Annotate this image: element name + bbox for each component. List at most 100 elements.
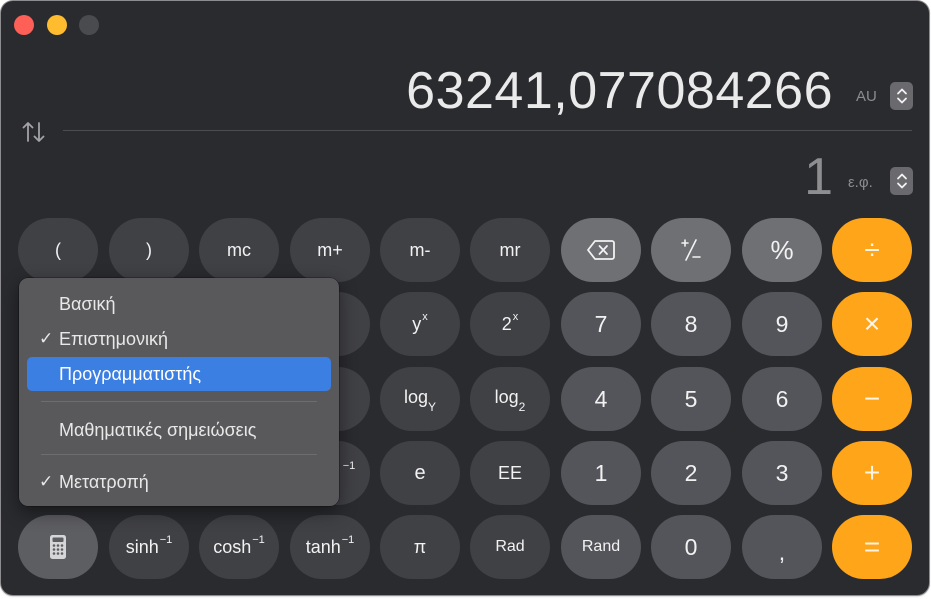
menu-item-label: Μετατροπή — [59, 472, 149, 492]
log-y-button[interactable]: logY — [380, 367, 460, 431]
sign-toggle-button[interactable] — [651, 218, 731, 282]
button-label: % — [770, 234, 794, 265]
digit-3-button[interactable]: 3 — [742, 441, 822, 505]
button-label: + — [863, 457, 881, 488]
log-2-button[interactable]: log2 — [470, 367, 550, 431]
base-text: log — [494, 387, 519, 408]
minimize-button[interactable] — [47, 15, 67, 35]
primary-value-display: 63241,077084266 — [406, 62, 833, 120]
decimal-comma-button[interactable]: , — [742, 515, 822, 579]
exponent-ee-button[interactable]: EE — [470, 441, 550, 505]
close-button[interactable] — [14, 15, 34, 35]
button-label: logY — [404, 387, 437, 414]
euler-e-button[interactable]: e — [380, 441, 460, 505]
digit-6-button[interactable]: 6 — [742, 367, 822, 431]
menu-item-programmer[interactable]: Προγραμματιστής — [27, 357, 331, 391]
backspace-button[interactable] — [561, 218, 641, 282]
calculator-window: 63241,077084266 AU 1 ε.φ. ( ) mc m+ m- m… — [1, 1, 929, 595]
button-label: m- — [409, 239, 431, 260]
menu-item-scientific[interactable]: ✓ Επιστημονική — [27, 322, 331, 356]
digit-1-button[interactable]: 1 — [561, 441, 641, 505]
base-text: 2 — [501, 313, 512, 334]
base-text: cosh — [213, 536, 252, 557]
button-label: Rand — [581, 538, 621, 555]
button-label: × — [863, 308, 881, 339]
button-label: 3 — [775, 459, 789, 486]
chevron-up-down-icon — [896, 88, 907, 104]
rad-deg-button[interactable]: Rad — [470, 515, 550, 579]
button-label: sinh−1 — [125, 533, 173, 558]
memory-subtract-button[interactable]: m- — [380, 218, 460, 282]
button-label: ÷ — [864, 234, 880, 265]
button-label: e — [414, 461, 426, 484]
button-label: 0 — [684, 533, 698, 560]
button-label: cosh−1 — [213, 533, 265, 558]
menu-separator — [41, 454, 317, 455]
button-label: , — [778, 538, 786, 565]
calculator-mode-menu: Βασική ✓ Επιστημονική Προγραμματιστής Μα… — [19, 278, 339, 506]
menu-item-label: Βασική — [59, 294, 116, 314]
button-label: ) — [146, 239, 152, 260]
exponent-text: −1 — [252, 533, 265, 546]
exponent-text: −1 — [159, 533, 173, 546]
divide-button[interactable]: ÷ — [832, 218, 912, 282]
close-paren-button[interactable]: ) — [109, 218, 189, 282]
digit-5-button[interactable]: 5 — [651, 367, 731, 431]
button-label: 2 — [684, 459, 698, 486]
digit-4-button[interactable]: 4 — [561, 367, 641, 431]
inverse-tanh-button[interactable]: tanh−1 — [290, 515, 370, 579]
y-power-x-button[interactable]: yx — [380, 292, 460, 356]
button-label: yx — [412, 311, 428, 335]
menu-item-conversion[interactable]: ✓ Μετατροπή — [27, 465, 331, 499]
equals-button[interactable]: = — [832, 515, 912, 579]
menu-item-label: Επιστημονική — [59, 329, 169, 349]
digit-8-button[interactable]: 8 — [651, 292, 731, 356]
primary-unit-selector[interactable] — [890, 82, 913, 110]
button-label: Rad — [495, 538, 525, 555]
base-text: y — [412, 313, 422, 334]
percent-button[interactable]: % — [742, 218, 822, 282]
subscript-text: Y — [428, 399, 437, 414]
button-label: π — [413, 536, 427, 557]
random-button[interactable]: Rand — [561, 515, 641, 579]
button-label: log2 — [494, 387, 526, 414]
secondary-unit-selector[interactable] — [890, 167, 913, 195]
two-power-x-button[interactable]: 2x — [470, 292, 550, 356]
button-label: mr — [499, 239, 521, 260]
swap-units-icon[interactable] — [21, 119, 47, 145]
pi-button[interactable]: π — [380, 515, 460, 579]
add-button[interactable]: + — [832, 441, 912, 505]
menu-item-basic[interactable]: Βασική — [27, 287, 331, 321]
base-text: sinh — [125, 536, 159, 557]
button-label: − — [863, 383, 881, 414]
memory-add-button[interactable]: m+ — [290, 218, 370, 282]
memory-recall-button[interactable]: mr — [470, 218, 550, 282]
button-label: 7 — [594, 310, 608, 337]
calculator-mode-button[interactable] — [18, 515, 98, 579]
button-label: mc — [227, 239, 251, 260]
plus-minus-icon — [681, 239, 701, 261]
multiply-button[interactable]: × — [832, 292, 912, 356]
memory-clear-button[interactable]: mc — [199, 218, 279, 282]
inverse-cosh-button[interactable]: cosh−1 — [199, 515, 279, 579]
button-label: 1 — [594, 459, 608, 486]
menu-item-label: Μαθηματικές σημειώσεις — [59, 420, 257, 440]
digit-7-button[interactable]: 7 — [561, 292, 641, 356]
checkmark-icon: ✓ — [39, 472, 54, 491]
exponent-text: x — [512, 310, 519, 323]
display-divider — [63, 130, 912, 131]
button-label: 5 — [684, 385, 698, 412]
subscript-text: 2 — [518, 399, 526, 414]
zoom-button — [79, 15, 99, 35]
subtract-button[interactable]: − — [832, 367, 912, 431]
digit-2-button[interactable]: 2 — [651, 441, 731, 505]
base-text: tanh — [305, 536, 341, 557]
button-label: = — [863, 531, 881, 562]
menu-item-math-notes[interactable]: Μαθηματικές σημειώσεις — [27, 413, 331, 447]
inverse-sinh-button[interactable]: sinh−1 — [109, 515, 189, 579]
digit-0-button[interactable]: 0 — [651, 515, 731, 579]
open-paren-button[interactable]: ( — [18, 218, 98, 282]
primary-unit-label: AU — [856, 88, 877, 105]
digit-9-button[interactable]: 9 — [742, 292, 822, 356]
button-label: 9 — [775, 310, 789, 337]
